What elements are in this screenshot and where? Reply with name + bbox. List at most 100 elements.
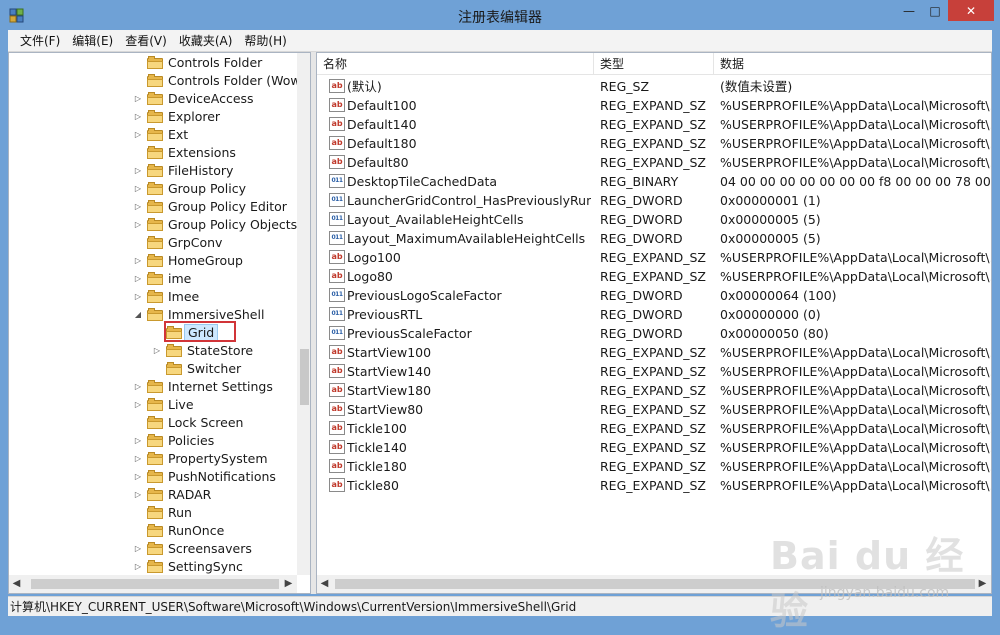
tree-item-label[interactable]: ime — [165, 271, 194, 287]
expand-arrow-icon[interactable] — [133, 417, 143, 429]
column-name[interactable]: 名称 — [317, 53, 594, 75]
expand-arrow-icon[interactable]: ▷ — [133, 165, 143, 177]
expand-arrow-icon[interactable]: ▷ — [133, 111, 143, 123]
tree-item[interactable]: ▷ RADAR — [9, 486, 297, 504]
tree-item[interactable]: ▷ Policies — [9, 432, 297, 450]
tree-item-label[interactable]: Internet Settings — [165, 379, 276, 395]
tree-item-label[interactable]: GrpConv — [165, 235, 225, 251]
value-row[interactable]: 011 Layout_MaximumAvailableHeightCells REG… — [317, 229, 991, 248]
value-row[interactable]: 011 DesktopTileCachedData REG_BINARY 04 00 … — [317, 172, 991, 191]
tree-item[interactable]: RunOnce — [9, 522, 297, 540]
expand-arrow-icon[interactable] — [133, 75, 143, 87]
tree-item-label[interactable]: PushNotifications — [165, 469, 279, 485]
value-row[interactable]: 011 Layout_AvailableHeightCells REG_DWORD 0… — [317, 210, 991, 229]
close-icon[interactable]: ✕ — [948, 0, 994, 21]
tree-item[interactable]: ▷ FileHistory — [9, 162, 297, 180]
tree-item[interactable]: GrpConv — [9, 234, 297, 252]
tree-item[interactable]: ▷ Group Policy Editor — [9, 198, 297, 216]
value-row[interactable]: 011 PreviousScaleFactor REG_DWORD 0x0000005… — [317, 324, 991, 343]
tree-item-label[interactable]: HomeGroup — [165, 253, 246, 269]
value-row[interactable]: 011 LauncherGridControl_HasPreviouslyRun R… — [317, 191, 991, 210]
menu-favorites[interactable]: 收藏夹(A) — [173, 30, 239, 52]
tree-scroll-thumb[interactable] — [300, 349, 309, 405]
tree-item[interactable]: ▷ Ext — [9, 126, 297, 144]
expand-arrow-icon[interactable]: ▷ — [133, 219, 143, 231]
tree-item[interactable]: ▷ StateStore — [9, 342, 297, 360]
tree-item-label[interactable]: PropertySystem — [165, 451, 271, 467]
tree-item[interactable]: ▷ Explorer — [9, 108, 297, 126]
tree-horizontal-scrollbar[interactable]: ◀ ▶ — [9, 575, 297, 593]
list-horizontal-scrollbar[interactable]: ◀ ▶ — [317, 575, 991, 593]
tree-item[interactable]: ▷ Group Policy Objects — [9, 216, 297, 234]
tree-item[interactable]: ▷ PropertySystem — [9, 450, 297, 468]
value-row[interactable]: ab Tickle80 REG_EXPAND_SZ %USERPROFILE%\App… — [317, 476, 991, 495]
tree-item[interactable]: ▷ ime — [9, 270, 297, 288]
tree-item[interactable]: Controls Folder — [9, 54, 297, 72]
tree-item-label[interactable]: DeviceAccess — [165, 91, 257, 107]
tree-item[interactable]: ▷ PushNotifications — [9, 468, 297, 486]
tree-item[interactable]: ▷ SettingSync — [9, 558, 297, 575]
tree-item-label[interactable]: Switcher — [184, 361, 244, 377]
tree-item[interactable]: Switcher — [9, 360, 297, 378]
expand-arrow-icon[interactable]: ▷ — [133, 291, 143, 303]
expand-arrow-icon[interactable]: ▷ — [133, 399, 143, 411]
tree-item-label[interactable]: Screensavers — [165, 541, 255, 557]
value-row[interactable]: ab Logo100 REG_EXPAND_SZ %USERPROFILE%\AppD… — [317, 248, 991, 267]
expand-arrow-icon[interactable] — [133, 147, 143, 159]
expand-arrow-icon[interactable] — [133, 507, 143, 519]
menu-file[interactable]: 文件(F) — [14, 30, 66, 52]
expand-arrow-icon[interactable]: ▷ — [133, 183, 143, 195]
tree-item[interactable]: ▷ Imee — [9, 288, 297, 306]
expand-arrow-icon[interactable]: ▷ — [133, 273, 143, 285]
tree-item[interactable]: ▷ DeviceAccess — [9, 90, 297, 108]
tree-item-label[interactable]: Controls Folder (Wow — [165, 73, 297, 89]
tree-item-label[interactable]: RunOnce — [165, 523, 227, 539]
tree-item[interactable]: ▷ HomeGroup — [9, 252, 297, 270]
tree-item-label[interactable]: Run — [165, 505, 195, 521]
title-bar[interactable]: 注册表编辑器 — □ ✕ — [0, 0, 1000, 30]
expand-arrow-icon[interactable]: ▷ — [133, 129, 143, 141]
tree-item-label[interactable]: Lock Screen — [165, 415, 246, 431]
tree-item-label[interactable]: Controls Folder — [165, 55, 265, 71]
tree-item-label[interactable]: Extensions — [165, 145, 239, 161]
expand-arrow-icon[interactable]: ▷ — [133, 543, 143, 555]
expand-arrow-icon[interactable] — [152, 363, 162, 375]
value-row[interactable]: ab StartView100 REG_EXPAND_SZ %USERPROFILE%… — [317, 343, 991, 362]
tree-item-label[interactable]: Policies — [165, 433, 217, 449]
value-row[interactable]: ab StartView180 REG_EXPAND_SZ %USERPROFILE%… — [317, 381, 991, 400]
value-row[interactable]: ab Default80 REG_EXPAND_SZ %USERPROFILE%\Ap… — [317, 153, 991, 172]
tree-item[interactable]: ▷ Live — [9, 396, 297, 414]
expand-arrow-icon[interactable]: ▷ — [133, 435, 143, 447]
value-row[interactable]: ab StartView80 REG_EXPAND_SZ %USERPROFILE%\… — [317, 400, 991, 419]
tree-hscroll-thumb[interactable] — [31, 579, 279, 589]
tree-item[interactable]: ◢ ImmersiveShell — [9, 306, 297, 324]
tree-item[interactable]: ▷ Internet Settings — [9, 378, 297, 396]
tree-item-label[interactable]: StateStore — [184, 343, 256, 359]
tree-item-label[interactable]: Explorer — [165, 109, 223, 125]
expand-arrow-icon[interactable]: ▷ — [133, 561, 143, 573]
column-type[interactable]: 类型 — [594, 53, 714, 75]
expand-arrow-icon[interactable]: ▷ — [133, 381, 143, 393]
expand-arrow-icon[interactable]: ▷ — [133, 255, 143, 267]
value-row[interactable]: ab Tickle140 REG_EXPAND_SZ %USERPROFILE%\Ap… — [317, 438, 991, 457]
expand-arrow-icon[interactable]: ▷ — [133, 453, 143, 465]
tree-item[interactable]: Lock Screen — [9, 414, 297, 432]
collapse-arrow-icon[interactable]: ◢ — [133, 309, 143, 321]
menu-view[interactable]: 查看(V) — [119, 30, 173, 52]
value-row[interactable]: ab Tickle100 REG_EXPAND_SZ %USERPROFILE%\Ap… — [317, 419, 991, 438]
maximize-icon[interactable]: □ — [922, 0, 948, 21]
value-row[interactable]: ab Tickle180 REG_EXPAND_SZ %USERPROFILE%\Ap… — [317, 457, 991, 476]
scroll-right-icon[interactable]: ▶ — [281, 576, 296, 592]
expand-arrow-icon[interactable] — [152, 327, 162, 339]
value-row[interactable]: ab Default180 REG_EXPAND_SZ %USERPROFILE%\A… — [317, 134, 991, 153]
value-row[interactable]: ab Default140 REG_EXPAND_SZ %USERPROFILE%\A… — [317, 115, 991, 134]
tree-item[interactable]: ▷ Screensavers — [9, 540, 297, 558]
scroll-right-icon[interactable]: ▶ — [975, 576, 990, 592]
tree-item[interactable]: ▷ Group Policy — [9, 180, 297, 198]
tree-item-label[interactable]: Live — [165, 397, 197, 413]
scroll-left-icon[interactable]: ◀ — [317, 576, 332, 592]
expand-arrow-icon[interactable] — [133, 57, 143, 69]
column-data[interactable]: 数据 — [714, 53, 991, 75]
expand-arrow-icon[interactable]: ▷ — [133, 489, 143, 501]
value-row[interactable]: 011 PreviousLogoScaleFactor REG_DWORD 0x000… — [317, 286, 991, 305]
